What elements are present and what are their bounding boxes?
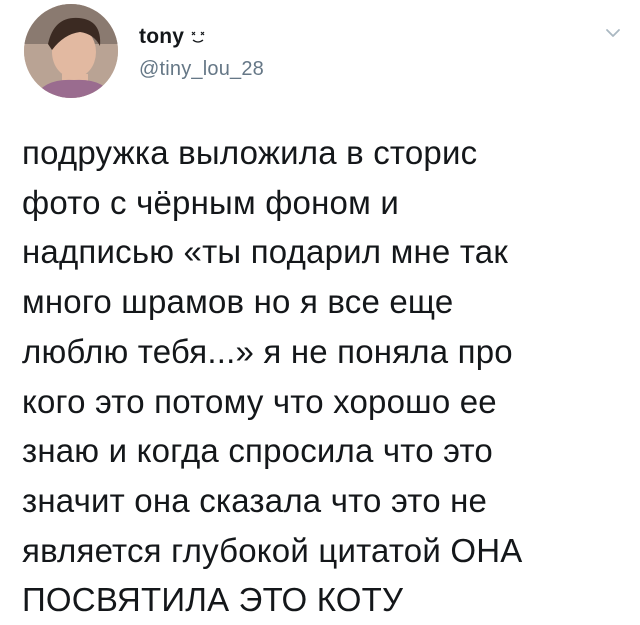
avatar-photo: [24, 4, 118, 98]
tweet-header: tony @tiny_lou_28: [24, 4, 624, 100]
face-emoji-icon: [190, 29, 206, 45]
chevron-down-icon[interactable]: [602, 22, 624, 44]
author-names: tony @tiny_lou_28: [139, 22, 264, 81]
avatar[interactable]: [24, 4, 118, 98]
display-name[interactable]: tony: [139, 25, 184, 49]
display-name-row: tony: [139, 22, 264, 52]
author-handle[interactable]: @tiny_lou_28: [139, 58, 264, 81]
tweet-text: подружка выложила в сторис фото с чёрным…: [22, 134, 523, 619]
tweet-card: tony @tiny_lou_28 подружка выложила в ст…: [0, 0, 640, 618]
